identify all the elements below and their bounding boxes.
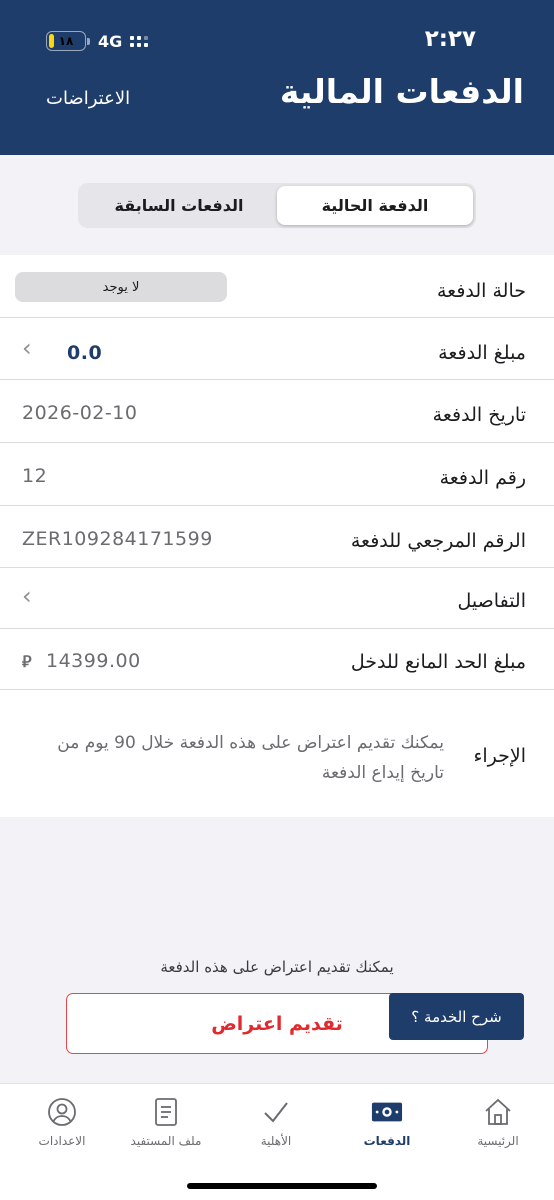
battery-icon: ١٨ bbox=[46, 31, 86, 51]
tab-current-payment[interactable]: الدفعة الحالية bbox=[277, 186, 473, 225]
signal-icon bbox=[130, 35, 149, 47]
status-indicators: ١٨ 4G bbox=[46, 31, 149, 51]
payment-amount-value: 0.0 bbox=[67, 342, 103, 364]
payments-segmented-control: الدفعات السابقة الدفعة الحالية bbox=[78, 183, 476, 228]
row-payment-date: تاريخ الدفعة 2026-02-10 bbox=[0, 380, 554, 443]
row-payment-reference: الرقم المرجعي للدفعة ZER109284171599 bbox=[0, 506, 554, 568]
row-payment-amount[interactable]: مبلغ الدفعة ‹ 0.0 bbox=[0, 318, 554, 380]
income-cap-label: مبلغ الحد المانع للدخل bbox=[350, 651, 526, 673]
tab-payments[interactable]: الدفعات bbox=[337, 1096, 437, 1148]
payment-reference-label: الرقم المرجعي للدفعة bbox=[350, 530, 526, 552]
chevron-left-icon: ‹ bbox=[22, 334, 32, 362]
home-indicator bbox=[187, 1183, 377, 1189]
status-time: ٢:٢٧ bbox=[424, 26, 476, 52]
payment-number-value: 12 bbox=[22, 465, 48, 487]
battery-level: ١٨ bbox=[58, 34, 74, 48]
tab-eligibility-label: الأهلية bbox=[260, 1134, 292, 1148]
tab-payments-label: الدفعات bbox=[363, 1134, 411, 1148]
banknote-icon bbox=[371, 1096, 403, 1128]
objection-hint: يمكنك تقديم اعتراض على هذه الدفعة bbox=[160, 958, 394, 976]
user-circle-icon bbox=[46, 1096, 78, 1128]
status-badge: لا يوجد bbox=[15, 272, 227, 302]
header: ٢:٢٧ ١٨ 4G الدفعات المالية الاعتراضات bbox=[0, 0, 554, 155]
tab-settings[interactable]: الاعدادات bbox=[12, 1096, 112, 1148]
payment-status-label: حالة الدفعة bbox=[436, 280, 526, 302]
payment-date-value: 2026-02-10 bbox=[22, 402, 138, 424]
tab-home-label: الرئيسية bbox=[477, 1134, 519, 1148]
payment-number-label: رقم الدفعة bbox=[439, 467, 526, 489]
action-label: الإجراء bbox=[473, 745, 526, 767]
row-payment-number: رقم الدفعة 12 bbox=[0, 443, 554, 506]
tab-beneficiary-label: ملف المستفيد bbox=[130, 1134, 202, 1148]
tab-eligibility[interactable]: الأهلية bbox=[226, 1096, 326, 1148]
action-note: يمكنك تقديم اعتراض على هذه الدفعة خلال 9… bbox=[57, 733, 444, 783]
row-income-cap: مبلغ الحد المانع للدخل ⃁ 14399.00 bbox=[0, 629, 554, 690]
battery-cap bbox=[87, 37, 90, 45]
home-icon bbox=[482, 1096, 514, 1128]
checkmark-icon bbox=[260, 1096, 292, 1128]
tab-beneficiary-profile[interactable]: ملف المستفيد bbox=[116, 1096, 216, 1148]
payment-date-label: تاريخ الدفعة bbox=[432, 404, 526, 426]
battery-fill bbox=[49, 34, 54, 48]
riyal-icon: ⃁ bbox=[22, 652, 32, 671]
details-label: التفاصيل bbox=[457, 590, 526, 612]
tab-home[interactable]: الرئيسية bbox=[448, 1096, 548, 1148]
row-details[interactable]: التفاصيل ‹ bbox=[0, 568, 554, 629]
network-type: 4G bbox=[98, 31, 123, 51]
explain-service-button[interactable]: شرح الخدمة ؟ bbox=[389, 993, 524, 1040]
page-title: الدفعات المالية bbox=[279, 72, 524, 111]
chevron-left-icon: ‹ bbox=[22, 582, 32, 610]
payment-amount-label: مبلغ الدفعة bbox=[438, 342, 526, 364]
tab-settings-label: الاعدادات bbox=[38, 1134, 86, 1148]
payment-reference-value: ZER109284171599 bbox=[22, 528, 213, 550]
tab-previous-payments[interactable]: الدفعات السابقة bbox=[81, 186, 277, 225]
objections-link[interactable]: الاعتراضات bbox=[46, 88, 130, 109]
row-payment-status: حالة الدفعة لا يوجد bbox=[0, 255, 554, 318]
document-icon bbox=[150, 1096, 182, 1128]
income-cap-value: 14399.00 bbox=[46, 650, 141, 672]
